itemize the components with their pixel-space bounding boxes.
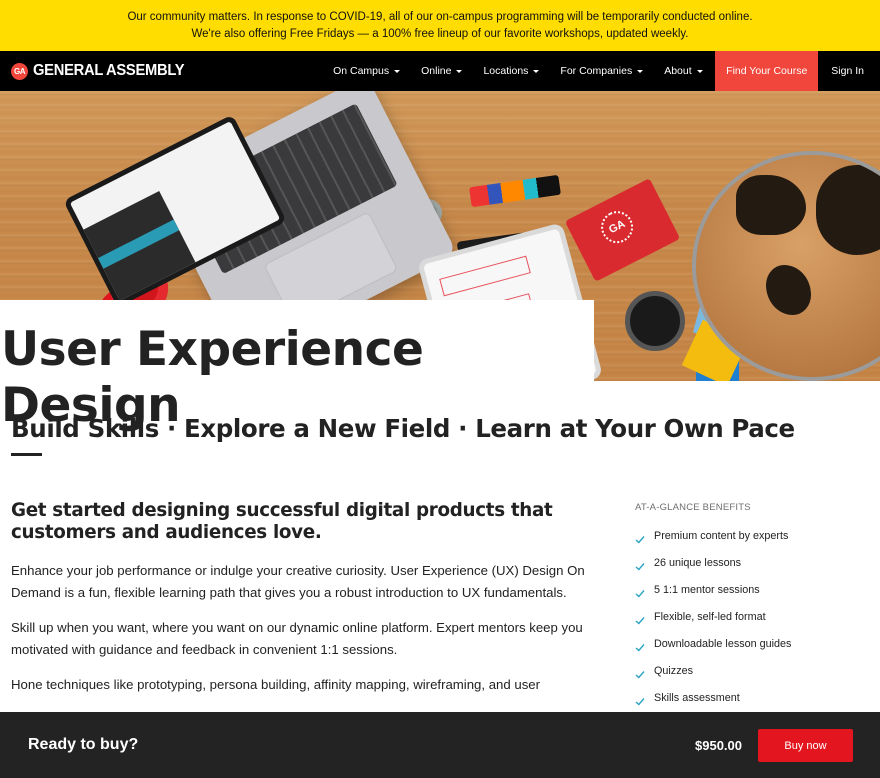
- covid-alert-banner: Our community matters. In response to CO…: [0, 0, 880, 51]
- description-paragraph: Hone techniques like prototyping, person…: [11, 677, 541, 692]
- benefits-title: AT-A-GLANCE BENEFITS: [635, 502, 751, 513]
- course-price: $950.00: [695, 738, 742, 753]
- alert-line-2: We're also offering Free Fridays — a 100…: [191, 28, 689, 40]
- description-paragraph: Enhance your job performance or indulge …: [11, 563, 585, 600]
- sticky-buy-bar: Ready to buy? $950.00 Buy now: [0, 712, 880, 778]
- nav-item-label: On Campus: [333, 65, 390, 77]
- nav-item-for-companies[interactable]: For Companies: [550, 51, 654, 91]
- checkmark-icon: [635, 615, 645, 625]
- nav-item-label: Locations: [483, 65, 529, 77]
- caret-down-icon: [637, 70, 644, 73]
- benefit-label: 5 1:1 mentor sessions: [654, 584, 760, 596]
- ga-notebook-logo-icon: GA: [595, 205, 639, 249]
- ga-logo-icon: GA: [11, 62, 28, 80]
- alert-line-1: Our community matters. In response to CO…: [127, 11, 753, 23]
- hero-title-card: User Experience Design: [0, 300, 594, 433]
- benefit-label: Skills assessment: [654, 692, 740, 704]
- nav-item-on-campus[interactable]: On Campus: [323, 51, 411, 91]
- caret-down-icon: [533, 70, 540, 73]
- checkmark-icon: [635, 669, 645, 679]
- description-paragraph: Skill up when you want, where you want o…: [11, 620, 583, 657]
- caret-down-icon: [394, 70, 401, 73]
- nav-item-about[interactable]: About: [654, 51, 713, 91]
- globe-land: [766, 265, 811, 315]
- logo-link[interactable]: GA GENERAL ASSEMBLY: [11, 62, 197, 80]
- ready-to-buy-label: Ready to buy?: [28, 736, 139, 753]
- nav-item-label: About: [664, 65, 692, 77]
- tagline-divider: [11, 453, 42, 456]
- benefits-panel: AT-A-GLANCE BENEFITS Premium content by …: [635, 502, 875, 719]
- benefit-label: 26 unique lessons: [654, 557, 742, 569]
- benefits-list: Premium content by experts 26 unique les…: [635, 530, 875, 719]
- nav-item-label: Online: [421, 65, 452, 77]
- benefit-label: Flexible, self-led format: [654, 611, 766, 623]
- nav-item-online[interactable]: Online: [411, 51, 473, 91]
- lede-heading: Get started designing successful digital…: [11, 500, 553, 543]
- wb-diagram-box: [439, 255, 531, 297]
- tagline: Build Skills · Explore a New Field · Lea…: [11, 414, 795, 443]
- course-description: Get started designing successful digital…: [11, 500, 591, 696]
- checkmark-icon: [635, 534, 645, 544]
- nav-menu: On Campus Online Locations For Companies…: [323, 51, 880, 91]
- checkmark-icon: [635, 696, 645, 706]
- buy-now-button[interactable]: Buy now: [758, 729, 853, 762]
- main-nav: GA GENERAL ASSEMBLY On Campus Online Loc…: [0, 51, 880, 91]
- sign-in-link[interactable]: Sign In: [818, 51, 880, 91]
- checkmark-icon: [635, 561, 645, 571]
- benefit-item: Downloadable lesson guides: [635, 638, 875, 665]
- benefit-item: Premium content by experts: [635, 530, 875, 557]
- benefit-item: 26 unique lessons: [635, 557, 875, 584]
- coffee-mug-icon: [625, 291, 685, 351]
- benefit-label: Downloadable lesson guides: [654, 638, 792, 650]
- benefit-item: Flexible, self-led format: [635, 611, 875, 638]
- nav-item-locations[interactable]: Locations: [473, 51, 550, 91]
- benefit-label: Premium content by experts: [654, 530, 789, 542]
- caret-down-icon: [456, 70, 463, 73]
- nav-item-label: For Companies: [560, 65, 633, 77]
- globe-land: [736, 175, 806, 235]
- find-your-course-button[interactable]: Find Your Course: [715, 51, 819, 91]
- benefit-item: 5 1:1 mentor sessions: [635, 584, 875, 611]
- benefit-label: Quizzes: [654, 665, 694, 677]
- caret-down-icon: [696, 70, 703, 73]
- logo-text: GENERAL ASSEMBLY: [33, 62, 185, 79]
- globe-land: [816, 165, 880, 255]
- checkmark-icon: [635, 642, 645, 652]
- benefit-item: Quizzes: [635, 665, 875, 692]
- checkmark-icon: [635, 588, 645, 598]
